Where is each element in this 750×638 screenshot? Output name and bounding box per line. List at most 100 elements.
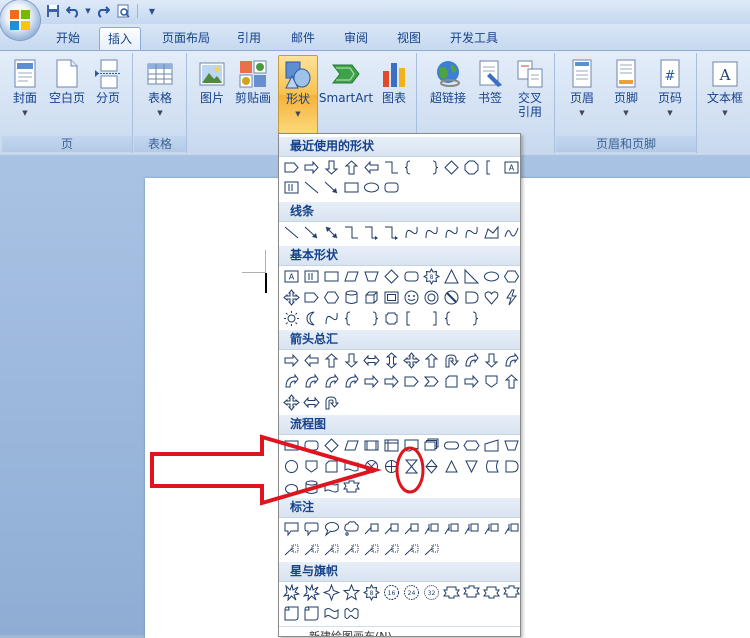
shape-hex-icon[interactable] — [502, 267, 520, 286]
shape-curve-icon[interactable] — [402, 223, 421, 242]
shape-dwave-icon[interactable] — [342, 604, 361, 623]
shape-wave-icon[interactable] — [322, 604, 341, 623]
shape-curve-icon[interactable] — [422, 223, 441, 242]
shape-sun-icon[interactable] — [282, 309, 301, 328]
shape-flowOr-icon[interactable] — [382, 457, 401, 476]
bookmark-button[interactable]: 书签 — [472, 55, 508, 105]
shape-oval-icon[interactable] — [482, 267, 501, 286]
shape-bolt-icon[interactable] — [502, 288, 520, 307]
shape-flowPre-icon[interactable] — [362, 436, 381, 455]
shape-hex-icon[interactable] — [322, 288, 341, 307]
shape-bracketR-icon[interactable] — [462, 309, 481, 328]
shape-trap-icon[interactable] — [362, 267, 381, 286]
shape-callLineD-icon[interactable] — [342, 540, 361, 559]
shape-rrect-icon[interactable] — [402, 267, 421, 286]
shape-rrect-icon[interactable] — [382, 178, 401, 197]
shape-scribble-icon[interactable] — [502, 223, 520, 242]
shape-heart-icon[interactable] — [482, 288, 501, 307]
tab-home[interactable]: 开始 — [50, 27, 86, 49]
tab-page-layout[interactable]: 页面布局 — [157, 27, 215, 49]
shape-flowDisk-icon[interactable] — [282, 478, 301, 497]
shape-moon-icon[interactable] — [302, 309, 321, 328]
shape-star4-icon[interactable] — [322, 583, 341, 602]
shape-cyl-icon[interactable] — [302, 478, 321, 497]
shape-curveR-icon[interactable] — [342, 372, 361, 391]
shape-arrowU-icon[interactable] — [502, 372, 520, 391]
shape-rect-icon[interactable] — [322, 267, 341, 286]
shape-flowCollate-icon[interactable] — [402, 457, 421, 476]
shape-line-icon[interactable] — [282, 223, 301, 242]
print-preview-icon[interactable] — [114, 2, 132, 20]
shape-explosion-icon[interactable] — [302, 583, 321, 602]
shape-smile-icon[interactable] — [402, 288, 421, 307]
shape-pent-icon[interactable] — [402, 372, 421, 391]
shape-cyl-icon[interactable] — [342, 288, 361, 307]
shape-cross4-icon[interactable] — [282, 393, 301, 412]
shape-flowSort-icon[interactable] — [422, 457, 441, 476]
shape-circle-icon[interactable] — [282, 457, 301, 476]
table-button[interactable]: 表格 ▼ — [141, 55, 179, 118]
shape-flowMulti-icon[interactable] — [422, 436, 441, 455]
shape-uturn-icon[interactable] — [322, 393, 341, 412]
shape-callLine-icon[interactable] — [402, 519, 421, 538]
shape-para-icon[interactable] — [342, 267, 361, 286]
cover-page-button[interactable]: 封面 ▼ — [6, 55, 44, 118]
header-button[interactable]: 页眉 ▼ — [562, 55, 602, 118]
shape-rect-icon[interactable] — [342, 178, 361, 197]
shape-sqbr-icon[interactable] — [482, 158, 501, 177]
shape-ribbonU-icon[interactable] — [482, 583, 501, 602]
undo-icon[interactable] — [64, 2, 82, 20]
shape-callRect-icon[interactable] — [282, 519, 301, 538]
shape-arrowLR-icon[interactable] — [362, 351, 381, 370]
shape-callLineD-icon[interactable] — [302, 540, 321, 559]
shape-flowOff-icon[interactable] — [302, 457, 321, 476]
smartart-button[interactable]: SmartArt — [318, 55, 374, 105]
shape-callLineD-icon[interactable] — [402, 540, 421, 559]
shape-flowTape-icon[interactable] — [342, 457, 361, 476]
shape-octa-icon[interactable] — [462, 158, 481, 177]
shape-tri-icon[interactable] — [442, 267, 461, 286]
page-break-button[interactable]: 分页 — [90, 55, 126, 105]
shape-vtextbox-icon[interactable] — [302, 267, 321, 286]
shape-flowExtract-icon[interactable] — [442, 457, 461, 476]
save-icon[interactable] — [44, 2, 62, 20]
shape-explosion-icon[interactable] — [282, 583, 301, 602]
shape-arrowU-icon[interactable] — [422, 351, 441, 370]
office-button[interactable] — [0, 0, 40, 40]
shape-sqbrR-icon[interactable] — [422, 309, 441, 328]
shape-bracket-icon[interactable] — [342, 309, 361, 328]
shape-elbow-icon[interactable] — [382, 158, 401, 177]
cross-reference-button[interactable]: 交叉 引用 — [512, 55, 548, 119]
shape-arrowD-icon[interactable] — [342, 351, 361, 370]
shape-curveR-icon[interactable] — [502, 351, 520, 370]
shape-callLineD-icon[interactable] — [362, 540, 381, 559]
shape-callRR-icon[interactable] — [302, 519, 321, 538]
shape-curve-icon[interactable] — [442, 223, 461, 242]
shape-curveR-icon[interactable] — [282, 372, 301, 391]
shape-cross4-icon[interactable] — [282, 288, 301, 307]
shape-callLineB-icon[interactable] — [482, 519, 501, 538]
shape-oval-icon[interactable] — [362, 178, 381, 197]
shape-callLine-icon[interactable] — [362, 519, 381, 538]
shape-rect-icon[interactable] — [282, 436, 301, 455]
shape-lineA-icon[interactable] — [322, 178, 341, 197]
shape-bracket-icon[interactable] — [402, 158, 421, 177]
shape-bracket-icon[interactable] — [442, 309, 461, 328]
hyperlink-button[interactable]: 超链接 — [428, 55, 468, 105]
shape-callLineD-icon[interactable] — [322, 540, 341, 559]
shape-elbow-icon[interactable] — [342, 223, 361, 242]
shape-callLineD-icon[interactable] — [382, 540, 401, 559]
shape-ribbonD-icon[interactable] — [462, 583, 481, 602]
shape-flowTape-icon[interactable] — [322, 478, 341, 497]
shape-curve-icon[interactable] — [322, 309, 341, 328]
shape-seal8-icon[interactable]: 8 — [422, 267, 441, 286]
shape-textbox-icon[interactable]: A — [282, 267, 301, 286]
shape-flowMerge-icon[interactable] — [462, 457, 481, 476]
new-drawing-canvas-item[interactable]: 新建绘图画布(N) — [279, 626, 520, 636]
shape-ribbonD-icon[interactable] — [342, 478, 361, 497]
shape-donut-icon[interactable] — [422, 288, 441, 307]
shape-freeform-icon[interactable] — [482, 223, 501, 242]
shape-seal32-icon[interactable]: 32 — [422, 583, 441, 602]
shape-arrowL-icon[interactable] — [302, 351, 321, 370]
shape-bracketR-icon[interactable] — [362, 309, 381, 328]
